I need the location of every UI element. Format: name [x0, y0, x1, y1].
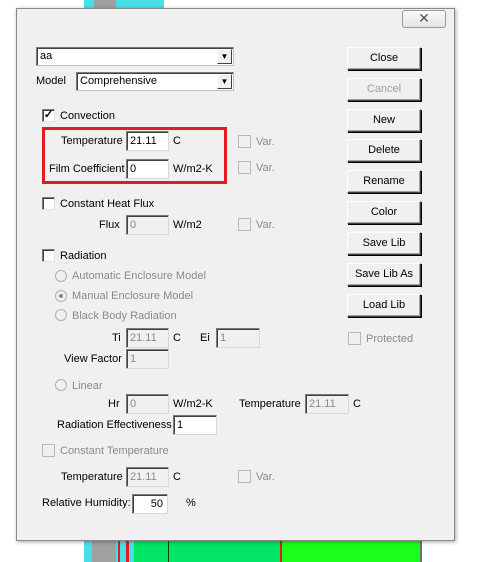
automatic-enclosure-radio[interactable] — [55, 270, 67, 282]
relative-humidity-label: Relative Humidity: — [42, 497, 131, 509]
heat-flux-label: Constant Heat Flux — [60, 198, 155, 210]
film-coefficient-label: Film Coefficient — [49, 163, 125, 175]
radiation-temperature-input[interactable]: 21.11 — [305, 394, 349, 414]
constant-temperature-temp-label: Temperature — [61, 471, 123, 483]
ti-input[interactable]: 21.11 — [126, 328, 169, 348]
convection-temperature-label: Temperature — [61, 135, 123, 147]
hr-label: Hr — [108, 398, 120, 410]
save-lib-button[interactable]: Save Lib — [347, 232, 421, 255]
var-label: Var. — [256, 471, 275, 483]
radiation-temperature-unit: C — [353, 398, 361, 410]
flux-var-checkbox[interactable] — [238, 218, 251, 231]
ti-unit: C — [173, 332, 181, 344]
material-name: aa — [40, 50, 53, 62]
background-strip — [420, 540, 422, 562]
black-body-label: Black Body Radiation — [72, 310, 177, 322]
model-label: Model — [36, 75, 66, 87]
delete-button[interactable]: Delete — [347, 139, 421, 162]
save-lib-as-button[interactable]: Save Lib As — [347, 263, 421, 286]
background-strip — [282, 540, 420, 562]
convection-checkbox[interactable]: ✓ — [42, 109, 55, 122]
constant-temperature-input[interactable]: 21.11 — [126, 467, 169, 487]
material-select[interactable]: aa ▼ — [36, 47, 234, 66]
radiation-effectiveness-label: Radiation Effectiveness — [57, 419, 172, 431]
new-button[interactable]: New — [347, 109, 421, 132]
ei-label: Ei — [200, 332, 210, 344]
linear-radio[interactable] — [55, 379, 67, 391]
model-value: Comprehensive — [80, 75, 158, 87]
background-strip — [134, 540, 280, 562]
linear-label: Linear — [72, 380, 103, 392]
background-strip — [168, 540, 169, 562]
close-icon: ✕ — [418, 10, 430, 26]
radiation-temperature-label: Temperature — [239, 398, 301, 410]
radiation-effectiveness-input[interactable]: 1 — [173, 415, 217, 435]
load-lib-button[interactable]: Load Lib — [347, 294, 421, 317]
view-factor-label: View Factor — [64, 353, 122, 365]
model-select[interactable]: Comprehensive ▼ — [76, 72, 234, 91]
relative-humidity-unit: % — [186, 497, 196, 509]
flux-input[interactable]: 0 — [126, 215, 169, 235]
color-button[interactable]: Color — [347, 201, 421, 224]
ei-input[interactable]: 1 — [216, 328, 260, 348]
close-button[interactable]: Close — [347, 47, 421, 70]
background-strip — [92, 540, 116, 562]
flux-unit: W/m2 — [173, 219, 202, 231]
automatic-enclosure-label: Automatic Enclosure Model — [72, 270, 206, 282]
hr-unit: W/m2-K — [173, 398, 213, 410]
view-factor-input[interactable]: 1 — [126, 349, 169, 369]
hr-input[interactable]: 0 — [126, 394, 169, 414]
ti-label: Ti — [112, 332, 121, 344]
window-close-button[interactable]: ✕ — [402, 10, 446, 28]
heat-flux-checkbox[interactable] — [42, 197, 55, 210]
var-label: Var. — [256, 219, 275, 231]
rename-button[interactable]: Rename — [347, 170, 421, 193]
constant-temperature-unit: C — [173, 471, 181, 483]
manual-enclosure-label: Manual Enclosure Model — [72, 290, 194, 302]
radiation-label: Radiation — [60, 250, 107, 262]
var-label: Var. — [256, 136, 275, 148]
convection-label: Convection — [60, 110, 116, 122]
radiation-checkbox[interactable] — [42, 249, 55, 262]
chevron-down-icon: ▼ — [217, 74, 232, 89]
constant-temperature-checkbox[interactable] — [42, 444, 55, 457]
background-strip — [126, 540, 129, 562]
constant-temperature-label: Constant Temperature — [60, 445, 169, 457]
constant-temperature-var-checkbox[interactable] — [238, 470, 251, 483]
convection-temperature-var-checkbox[interactable] — [238, 135, 251, 148]
background-strip — [118, 540, 120, 562]
protected-checkbox[interactable] — [348, 332, 361, 345]
convection-temperature-input[interactable]: 21.11 — [126, 131, 169, 151]
film-coefficient-unit: W/m2-K — [173, 163, 213, 175]
film-coefficient-var-checkbox[interactable] — [238, 161, 251, 174]
var-label: Var. — [256, 162, 275, 174]
cancel-button[interactable]: Cancel — [347, 78, 421, 101]
protected-label: Protected — [366, 333, 414, 345]
chevron-down-icon: ▼ — [217, 49, 232, 64]
flux-label: Flux — [99, 219, 120, 231]
black-body-radio[interactable] — [55, 309, 67, 321]
manual-enclosure-radio[interactable] — [55, 290, 67, 302]
convection-temperature-unit: C — [173, 135, 181, 147]
relative-humidity-input[interactable]: 50 — [132, 494, 168, 514]
film-coefficient-input[interactable]: 0 — [126, 159, 169, 179]
